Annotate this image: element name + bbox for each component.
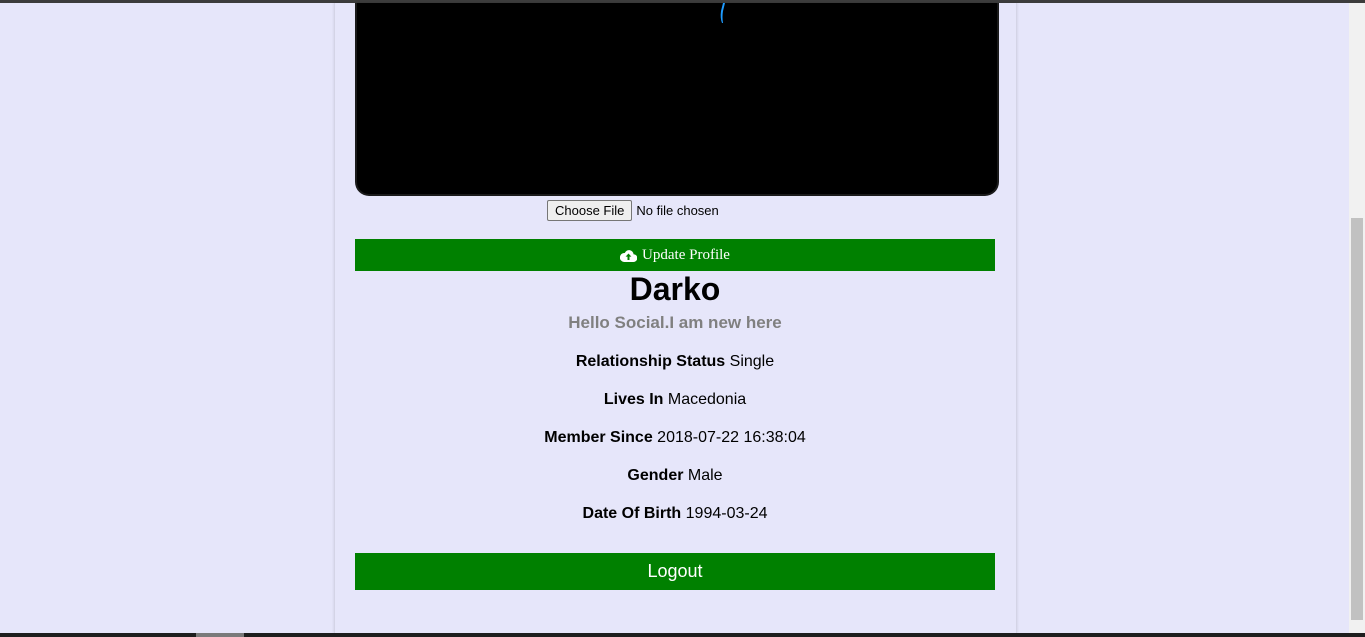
file-input: Choose File No file chosen (547, 200, 719, 221)
profile-bio: Hello Social.I am new here (568, 313, 782, 332)
lives-in-label: Lives In (603, 391, 664, 408)
member-since-label: Member Since (544, 429, 653, 446)
lives-in-value: Macedonia (667, 391, 747, 408)
relationship-status-value: Single (729, 353, 775, 370)
update-profile-button[interactable]: Update Profile (355, 239, 995, 271)
gender-label: Gender (627, 467, 684, 484)
choose-file-button[interactable]: Choose File (547, 200, 633, 221)
member-since-row: Member Since 2018-07-22 16:38:04 (355, 428, 995, 448)
member-since-value: 2018-07-22 16:38:04 (657, 429, 806, 446)
logout-button[interactable]: Logout (355, 553, 995, 590)
update-profile-label: Update Profile (642, 246, 730, 263)
gender-row: Gender Male (355, 466, 995, 486)
relationship-status-label: Relationship Status (575, 353, 726, 370)
scrollbar-thumb[interactable] (1351, 218, 1363, 620)
horizontal-scrollbar-thumb[interactable] (196, 633, 244, 637)
file-status-text: No file chosen (636, 203, 719, 218)
horizontal-scrollbar[interactable] (0, 633, 1365, 637)
photo-light-streak (720, 3, 725, 23)
date-of-birth-row: Date Of Birth 1994-03-24 (355, 504, 995, 524)
gender-value: Male (687, 467, 723, 484)
profile-name: Darko (629, 271, 721, 307)
relationship-status-row: Relationship Status Single (355, 352, 995, 372)
date-of-birth-value: 1994-03-24 (685, 505, 768, 522)
profile-photo (355, 3, 999, 196)
cloud-upload-icon (620, 249, 638, 262)
date-of-birth-label: Date Of Birth (582, 505, 682, 522)
lives-in-row: Lives In Macedonia (355, 390, 995, 410)
